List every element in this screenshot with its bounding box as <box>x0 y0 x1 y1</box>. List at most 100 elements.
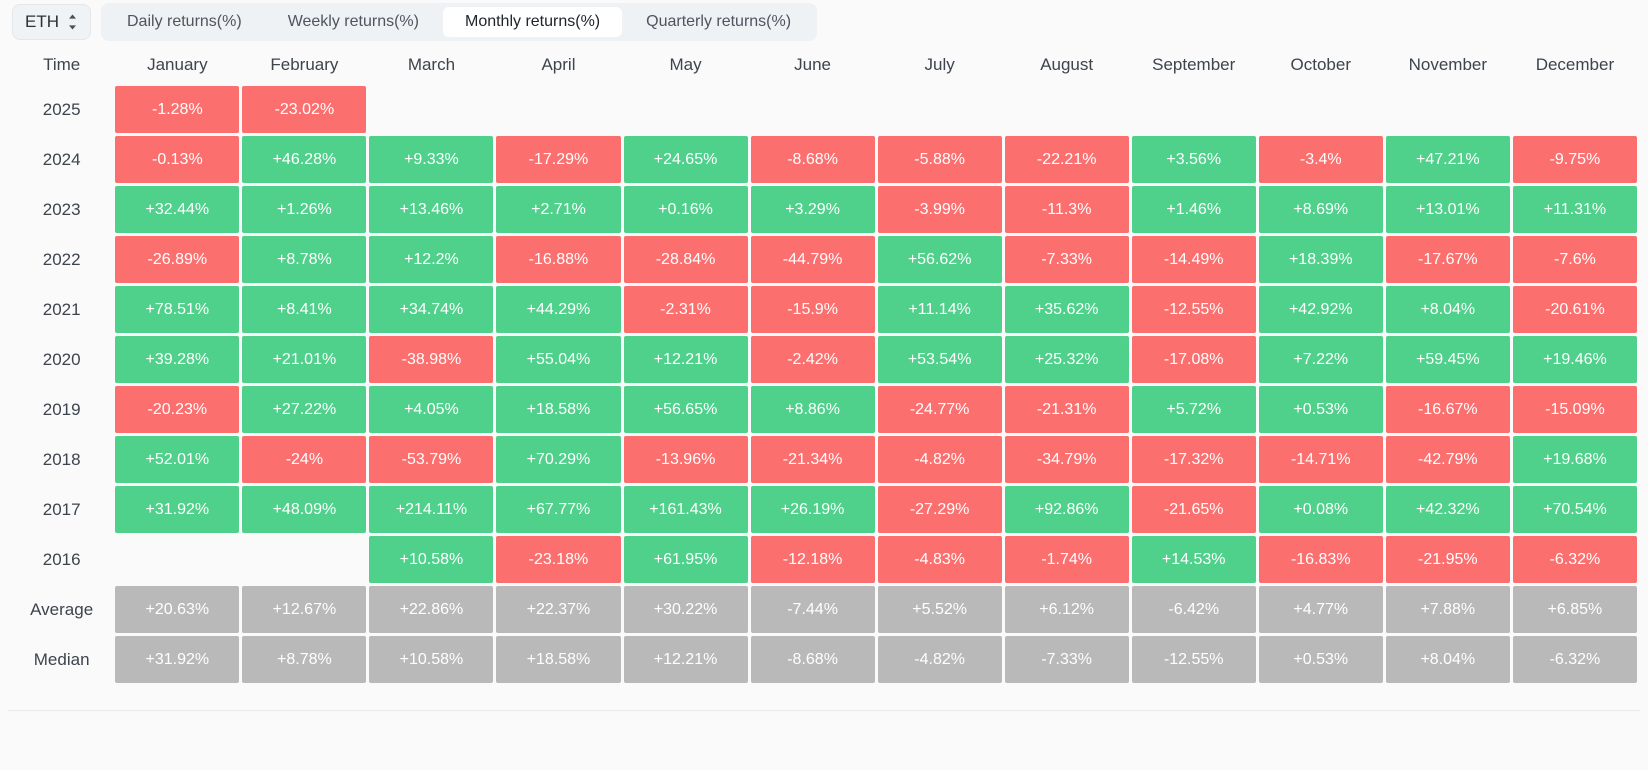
return-cell[interactable]: +8.04% <box>1385 636 1510 683</box>
return-cell[interactable]: +0.08% <box>1258 486 1383 533</box>
return-cell[interactable]: -14.49% <box>1131 236 1256 283</box>
return-cell[interactable]: +9.33% <box>369 136 494 183</box>
return-cell[interactable]: +25.32% <box>1004 336 1129 383</box>
return-cell[interactable]: +18.39% <box>1258 236 1383 283</box>
return-cell[interactable]: +8.04% <box>1385 286 1510 333</box>
return-cell[interactable]: +0.53% <box>1258 386 1383 433</box>
return-cell[interactable]: -17.67% <box>1385 236 1510 283</box>
return-cell[interactable]: +19.46% <box>1512 336 1637 383</box>
return-cell[interactable]: +18.58% <box>496 386 621 433</box>
return-cell[interactable]: +3.29% <box>750 186 875 233</box>
return-cell[interactable]: +5.72% <box>1131 386 1256 433</box>
return-cell[interactable]: +67.77% <box>496 486 621 533</box>
return-cell[interactable]: +92.86% <box>1004 486 1129 533</box>
return-cell[interactable]: -20.61% <box>1512 286 1637 333</box>
return-cell[interactable]: -7.33% <box>1004 636 1129 683</box>
return-cell[interactable]: +22.37% <box>496 586 621 633</box>
return-cell[interactable]: -1.74% <box>1004 536 1129 583</box>
return-cell[interactable]: +0.16% <box>623 186 748 233</box>
return-cell[interactable]: +2.71% <box>496 186 621 233</box>
tab-quarterly-returns[interactable]: Quarterly returns(%) <box>624 7 813 37</box>
return-cell[interactable]: -3.4% <box>1258 136 1383 183</box>
return-cell[interactable]: -12.18% <box>750 536 875 583</box>
return-cell[interactable]: +8.86% <box>750 386 875 433</box>
return-cell[interactable]: -4.83% <box>877 536 1002 583</box>
return-cell[interactable]: +42.92% <box>1258 286 1383 333</box>
return-cell[interactable]: -53.79% <box>369 436 494 483</box>
return-cell[interactable]: -17.29% <box>496 136 621 183</box>
return-cell[interactable]: +22.86% <box>369 586 494 633</box>
tab-monthly-returns[interactable]: Monthly returns(%) <box>442 7 623 37</box>
return-cell[interactable]: +11.31% <box>1512 186 1637 233</box>
return-cell[interactable]: -7.44% <box>750 586 875 633</box>
return-cell[interactable]: -9.75% <box>1512 136 1637 183</box>
return-cell[interactable]: -6.42% <box>1131 586 1256 633</box>
return-cell[interactable]: +13.01% <box>1385 186 1510 233</box>
tab-daily-returns[interactable]: Daily returns(%) <box>105 7 264 37</box>
return-cell[interactable]: +12.2% <box>369 236 494 283</box>
return-cell[interactable]: -27.29% <box>877 486 1002 533</box>
return-cell[interactable]: +44.29% <box>496 286 621 333</box>
return-cell[interactable]: +1.46% <box>1131 186 1256 233</box>
return-cell[interactable]: +3.56% <box>1131 136 1256 183</box>
return-cell[interactable]: +7.22% <box>1258 336 1383 383</box>
return-cell[interactable]: +11.14% <box>877 286 1002 333</box>
return-cell[interactable]: +47.21% <box>1385 136 1510 183</box>
return-cell[interactable]: -21.65% <box>1131 486 1256 533</box>
return-cell[interactable]: -13.96% <box>623 436 748 483</box>
tab-weekly-returns[interactable]: Weekly returns(%) <box>266 7 441 37</box>
return-cell[interactable]: -2.31% <box>623 286 748 333</box>
return-cell[interactable]: +55.04% <box>496 336 621 383</box>
return-cell[interactable]: +26.19% <box>750 486 875 533</box>
return-cell[interactable]: -8.68% <box>750 136 875 183</box>
return-cell[interactable]: -6.32% <box>1512 536 1637 583</box>
return-cell[interactable]: +53.54% <box>877 336 1002 383</box>
return-cell[interactable]: -1.28% <box>115 86 240 133</box>
return-cell[interactable]: -4.82% <box>877 436 1002 483</box>
return-cell[interactable]: +18.58% <box>496 636 621 683</box>
return-cell[interactable]: -8.68% <box>750 636 875 683</box>
return-cell[interactable]: -28.84% <box>623 236 748 283</box>
return-cell[interactable]: -26.89% <box>115 236 240 283</box>
return-cell[interactable]: +31.92% <box>115 636 240 683</box>
return-cell[interactable]: +35.62% <box>1004 286 1129 333</box>
return-cell[interactable]: +12.67% <box>242 586 367 633</box>
return-cell[interactable]: +13.46% <box>369 186 494 233</box>
return-cell[interactable]: -23.18% <box>496 536 621 583</box>
return-cell[interactable]: +8.78% <box>242 636 367 683</box>
return-cell[interactable]: -21.31% <box>1004 386 1129 433</box>
return-cell[interactable]: +42.32% <box>1385 486 1510 533</box>
return-cell[interactable]: +48.09% <box>242 486 367 533</box>
return-cell[interactable]: -38.98% <box>369 336 494 383</box>
return-cell[interactable]: +5.52% <box>877 586 1002 633</box>
return-cell[interactable]: +10.58% <box>369 636 494 683</box>
return-cell[interactable]: +7.88% <box>1385 586 1510 633</box>
return-cell[interactable]: -3.99% <box>877 186 1002 233</box>
return-cell[interactable]: +46.28% <box>242 136 367 183</box>
return-cell[interactable]: -21.95% <box>1385 536 1510 583</box>
return-cell[interactable]: +56.65% <box>623 386 748 433</box>
return-cell[interactable]: +31.92% <box>115 486 240 533</box>
return-cell[interactable]: -7.6% <box>1512 236 1637 283</box>
return-cell[interactable]: -22.21% <box>1004 136 1129 183</box>
return-cell[interactable]: -6.32% <box>1512 636 1637 683</box>
return-cell[interactable]: +34.74% <box>369 286 494 333</box>
return-cell[interactable]: -15.09% <box>1512 386 1637 433</box>
return-cell[interactable]: -2.42% <box>750 336 875 383</box>
return-cell[interactable]: +59.45% <box>1385 336 1510 383</box>
return-cell[interactable]: +4.77% <box>1258 586 1383 633</box>
return-cell[interactable]: -24.77% <box>877 386 1002 433</box>
return-cell[interactable]: -24% <box>242 436 367 483</box>
return-cell[interactable]: +161.43% <box>623 486 748 533</box>
symbol-selector[interactable]: ETH <box>12 4 91 40</box>
return-cell[interactable]: -11.3% <box>1004 186 1129 233</box>
return-cell[interactable]: +39.28% <box>115 336 240 383</box>
return-cell[interactable]: +12.21% <box>623 636 748 683</box>
return-cell[interactable]: -0.13% <box>115 136 240 183</box>
return-cell[interactable]: +70.29% <box>496 436 621 483</box>
return-cell[interactable]: +6.12% <box>1004 586 1129 633</box>
return-cell[interactable]: +52.01% <box>115 436 240 483</box>
return-cell[interactable]: -34.79% <box>1004 436 1129 483</box>
return-cell[interactable]: +27.22% <box>242 386 367 433</box>
return-cell[interactable]: -23.02% <box>242 86 367 133</box>
